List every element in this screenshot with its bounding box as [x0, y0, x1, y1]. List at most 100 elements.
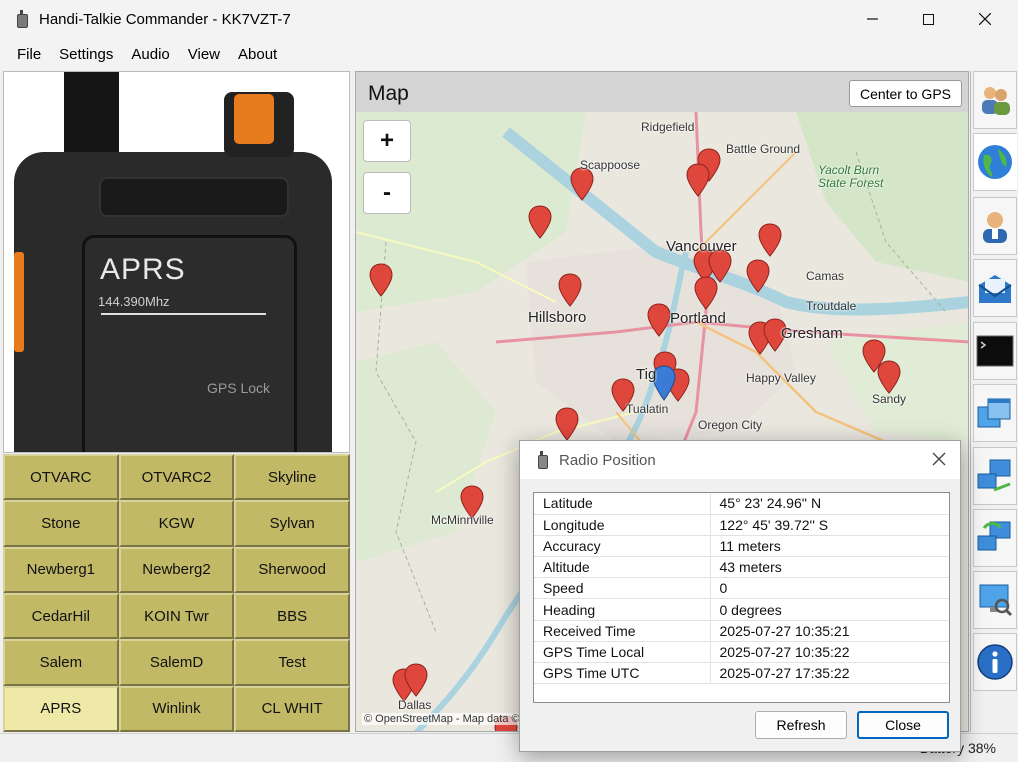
- position-table: Latitude 45° 23' 24.96'' N Longitude 122° …: [533, 492, 950, 703]
- radio-antenna: [64, 72, 119, 162]
- row-label: Speed: [534, 577, 711, 600]
- channel-button[interactable]: Winlink: [118, 685, 235, 732]
- right-toolbar: [970, 71, 1017, 732]
- app-window: Handi-Talkie Commander - KK7VZT-7 File S…: [0, 0, 1018, 762]
- mail-icon[interactable]: [973, 259, 1017, 317]
- row-value: 45° 23' 24.96'' N: [710, 493, 949, 515]
- channel-button[interactable]: CL WHIT: [234, 685, 350, 732]
- table-row[interactable]: Longitude 122° 45' 39.72'' S: [534, 514, 949, 536]
- close-button[interactable]: Close: [857, 711, 949, 739]
- map-label-mcminnville: McMinnville: [431, 513, 494, 527]
- row-label: GPS Time UTC: [534, 662, 711, 685]
- close-icon[interactable]: [932, 449, 946, 472]
- table-row[interactable]: Heading 0 degrees: [534, 598, 949, 621]
- map-label-happy-valley: Happy Valley: [746, 371, 816, 385]
- row-value: 11 meters: [710, 535, 949, 558]
- info-icon[interactable]: [973, 633, 1017, 691]
- channel-button[interactable]: Salem: [3, 639, 119, 686]
- channel-button[interactable]: Newberg2: [118, 546, 235, 593]
- terminal-icon[interactable]: [973, 322, 1017, 380]
- map-attribution[interactable]: © OpenStreetMap - Map data ©: [362, 713, 522, 725]
- channel-button[interactable]: Skyline: [234, 454, 350, 501]
- channel-button[interactable]: Newberg1: [3, 546, 119, 593]
- menu-about[interactable]: About: [229, 46, 286, 63]
- windows-icon[interactable]: [973, 384, 1017, 442]
- channel-button[interactable]: SalemD: [118, 639, 235, 686]
- close-window-button[interactable]: [962, 0, 1008, 38]
- map-label-camas: Camas: [806, 269, 845, 283]
- users-icon[interactable]: [973, 71, 1017, 129]
- menu-bar: File Settings Audio View About: [0, 38, 1018, 70]
- table-row[interactable]: GPS Time Local 2025-07-27 10:35:22: [534, 641, 949, 664]
- radio-screen: APRS 144.390Mhz GPS Lock: [82, 235, 297, 452]
- row-label: Altitude: [534, 556, 711, 579]
- maximize-button[interactable]: [905, 0, 951, 38]
- radio-side-button: [14, 252, 24, 352]
- row-label: GPS Time Local: [534, 641, 711, 664]
- menu-settings[interactable]: Settings: [50, 46, 122, 63]
- row-label: Received Time: [534, 620, 711, 642]
- row-value: 0 degrees: [710, 598, 949, 621]
- monitor-search-icon[interactable]: [973, 571, 1017, 629]
- row-value: 0: [710, 577, 949, 600]
- channel-button[interactable]: OTVARC: [3, 454, 119, 501]
- dialog-title: Radio Position: [559, 451, 656, 469]
- map-label-troutdale: Troutdale: [806, 299, 857, 313]
- row-label: Heading: [534, 598, 711, 621]
- row-label: Accuracy: [534, 535, 711, 558]
- channel-button[interactable]: KGW: [118, 500, 235, 547]
- center-to-gps-button[interactable]: Center to GPS: [848, 80, 962, 107]
- row-label: Latitude: [534, 493, 711, 515]
- channel-button[interactable]: Stone: [3, 500, 119, 547]
- radio-panel: APRS 144.390Mhz GPS Lock: [3, 71, 350, 453]
- refresh-button[interactable]: Refresh: [755, 711, 847, 739]
- row-value: 43 meters: [710, 556, 949, 579]
- channel-button[interactable]: CedarHil: [3, 592, 119, 640]
- map-label-tigard: Tig: [636, 366, 657, 383]
- menu-file[interactable]: File: [8, 46, 50, 63]
- row-value: 122° 45' 39.72'' S: [710, 514, 949, 536]
- zoom-in-button[interactable]: +: [363, 120, 411, 162]
- radio-speaker-grill: [99, 177, 289, 217]
- channel-button[interactable]: Sherwood: [234, 546, 350, 593]
- channel-button[interactable]: Test: [234, 639, 350, 686]
- map-label-oregon-city: Oregon City: [698, 418, 763, 432]
- map-label-dallas: Dallas: [398, 698, 432, 712]
- sync-icon[interactable]: [973, 509, 1017, 567]
- channel-button-active[interactable]: APRS: [3, 685, 119, 732]
- network-icon[interactable]: [973, 447, 1017, 505]
- map-label-battle-ground: Battle Ground: [726, 142, 801, 156]
- table-row[interactable]: Speed 0: [534, 577, 949, 600]
- globe-icon[interactable]: [973, 133, 1017, 191]
- channel-button[interactable]: Sylvan: [234, 500, 350, 547]
- title-bar: Handi-Talkie Commander - KK7VZT-7: [0, 0, 1018, 38]
- table-row[interactable]: GPS Time UTC 2025-07-27 17:35:22: [534, 662, 949, 685]
- table-row[interactable]: Latitude 45° 23' 24.96'' N: [534, 493, 949, 515]
- table-row[interactable]: Received Time 2025-07-27 10:35:21: [534, 620, 949, 642]
- map-header: Map Center to GPS: [356, 72, 968, 112]
- row-label: Longitude: [534, 514, 711, 536]
- row-value: 2025-07-27 10:35:22: [710, 641, 949, 664]
- channel-grid: OTVARC OTVARC2 Skyline Stone KGW Sylvan …: [3, 454, 350, 732]
- table-row[interactable]: Altitude 43 meters: [534, 556, 949, 579]
- map-label-sandy: Sandy: [872, 392, 907, 406]
- radio-app-icon: [536, 451, 550, 469]
- channel-button[interactable]: BBS: [234, 592, 350, 640]
- map-label-portland: Portland: [670, 310, 726, 327]
- map-label-hillsboro: Hillsboro: [528, 309, 587, 326]
- table-row[interactable]: Accuracy 11 meters: [534, 535, 949, 558]
- minimize-button[interactable]: [850, 0, 896, 38]
- map-label-vancouver: Vancouver: [666, 238, 737, 255]
- menu-audio[interactable]: Audio: [122, 46, 178, 63]
- map-label-tualatin: Tualatin: [626, 402, 669, 416]
- contact-icon[interactable]: [973, 197, 1017, 255]
- map-label-scappoose: Scappoose: [580, 158, 641, 172]
- row-value: 2025-07-27 10:35:21: [710, 620, 949, 642]
- menu-view[interactable]: View: [179, 46, 229, 63]
- radio-screen-divider: [101, 313, 266, 315]
- channel-button[interactable]: OTVARC2: [118, 454, 235, 501]
- zoom-out-button[interactable]: -: [363, 172, 411, 214]
- dialog-title-bar: Radio Position: [520, 441, 960, 479]
- channel-button[interactable]: KOIN Twr: [118, 592, 235, 640]
- radio-gps-status: GPS Lock: [207, 380, 271, 396]
